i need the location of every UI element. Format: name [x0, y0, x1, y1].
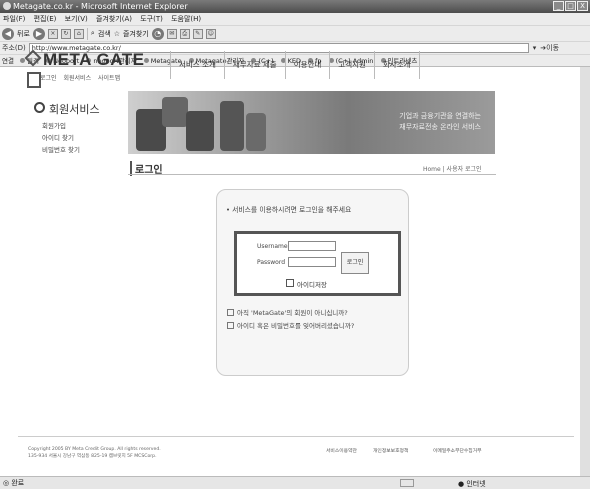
footer-copyright: Copyright 2005 BY Meta Credit Group. All…: [28, 446, 161, 460]
signup-link[interactable]: 아직 'MetaGate'의 회원이 아니십니까?: [227, 307, 348, 317]
maximize-button[interactable]: □: [565, 1, 576, 11]
company-address: 135-934 서울시 강남구 역삼동 825-19 캠브릿지 5F MCSCo…: [28, 454, 157, 459]
nav-guide[interactable]: 이용안내: [284, 51, 330, 79]
status-bar: ◎ 완료 ● 인터넷: [0, 476, 590, 489]
menu-tools[interactable]: 도구(T): [140, 15, 163, 23]
login-button[interactable]: 로그인: [341, 252, 369, 274]
edit-icon[interactable]: ✎: [192, 28, 203, 39]
back-arrow-icon[interactable]: ◀: [2, 27, 14, 40]
login-headline: • 서비스를 이용하시려면 로그인을 해주세요: [226, 206, 352, 214]
menu-bar: 파일(F) 편집(E) 보기(V) 즐겨찾기(A) 도구(T) 도움말(H): [0, 13, 590, 25]
dropdown-arrow-icon[interactable]: ▾: [533, 44, 537, 52]
highlight-box: [27, 72, 41, 88]
menu-file[interactable]: 파일(F): [3, 15, 25, 23]
favorites-star-icon[interactable]: ☆: [114, 30, 120, 38]
utility-link-sitemap[interactable]: 사이트맵: [98, 75, 120, 82]
refresh-icon[interactable]: ↻: [60, 28, 71, 39]
banner-text: 기업과 금융기관을 연결하는 재무자료전송 온라인 서비스: [399, 111, 481, 133]
toolbar-separator: [86, 27, 88, 40]
close-button[interactable]: X: [577, 1, 588, 11]
utility-link-login[interactable]: 로그인: [40, 75, 57, 82]
remember-id-checkbox[interactable]: [286, 279, 294, 287]
status-text: 완료: [11, 479, 25, 487]
banner-line-1: 기업과 금융기관을 연결하는: [399, 112, 481, 120]
address-label: 주소(D): [2, 44, 26, 52]
menu-favorites[interactable]: 즐겨찾기(A): [96, 15, 132, 23]
security-zone: ● 인터넷: [458, 478, 486, 490]
mail-icon[interactable]: ✉: [166, 28, 177, 39]
forward-arrow-icon[interactable]: ▶: [32, 27, 45, 40]
puzzle-piece-icon: [246, 113, 266, 151]
favorites-label[interactable]: 즐겨찾기: [123, 29, 149, 39]
username-label: Username: [257, 243, 288, 250]
search-icon[interactable]: ⌕: [91, 29, 95, 38]
logo-text: META GATE: [43, 50, 145, 69]
utility-links: 로그인 회원서비스 사이트맵: [40, 73, 125, 82]
menu-edit[interactable]: 편집(E): [34, 15, 57, 23]
go-button[interactable]: 이동: [546, 43, 559, 53]
remember-id-label: 아이디저장: [297, 281, 327, 289]
sidebar-title: 회원서비스: [34, 101, 100, 117]
sidebar-item-find-id[interactable]: 아이디 찾기: [42, 132, 74, 142]
minimize-button[interactable]: _: [553, 1, 564, 11]
username-input[interactable]: [288, 241, 336, 251]
nav-support[interactable]: 고객지원: [329, 51, 374, 79]
vertical-scrollbar[interactable]: [580, 67, 590, 476]
print-icon[interactable]: ⎙: [179, 28, 190, 39]
nav-company[interactable]: 회사소개: [373, 51, 420, 79]
links-label: 연결: [2, 57, 14, 65]
messenger-icon[interactable]: ☺: [205, 28, 216, 39]
forgot-credentials-link[interactable]: 아이디 혹은 비밀번호를 잊어버리셨습니까?: [227, 320, 354, 330]
utility-link-member[interactable]: 회원서비스: [63, 75, 91, 82]
global-nav: 서비스 소개 재무자료 제출 이용안내 고객지원 회사소개: [170, 51, 420, 79]
sidebar-item-signup[interactable]: 회원가입: [42, 120, 66, 130]
toolbar: ◀ 뒤로 ▶ × ↻ ⌂ ⌕ 검색 ☆ 즐겨찾기 ◔ ✉ ⎙ ✎ ☺: [0, 25, 590, 41]
status-panel: [400, 479, 414, 487]
footer-link-email-refusal[interactable]: 이메일주소무단수집거부: [433, 447, 482, 454]
password-label: Password: [257, 259, 286, 266]
window-controls: _ □ X: [553, 1, 588, 11]
nav-submit-financials[interactable]: 재무자료 제출: [223, 51, 285, 79]
breadcrumb: Home | 사용자 로그인: [423, 166, 482, 173]
title-divider: [128, 174, 496, 175]
logo-mark-icon: [24, 49, 42, 67]
puzzle-piece-icon: [186, 111, 214, 151]
stop-icon[interactable]: ×: [47, 28, 58, 39]
password-input[interactable]: [288, 257, 336, 267]
sidebar-item-find-password[interactable]: 비밀번호 찾기: [42, 144, 80, 154]
menu-view[interactable]: 보기(V): [65, 15, 88, 23]
home-icon[interactable]: ⌂: [73, 28, 84, 39]
nav-service-intro[interactable]: 서비스 소개: [170, 51, 224, 79]
menu-help[interactable]: 도움말(H): [171, 15, 201, 23]
zone-label: 인터넷: [466, 480, 486, 488]
copyright-text: Copyright 2005 BY Meta Credit Group. All…: [28, 447, 161, 452]
hero-banner: 기업과 금융기관을 연결하는 재무자료전송 온라인 서비스: [128, 91, 495, 154]
ie-logo-icon: [3, 2, 11, 10]
footer-divider: [18, 436, 574, 437]
footer-link-terms[interactable]: 서비스이용약관: [326, 447, 357, 454]
search-label[interactable]: 검색: [98, 29, 111, 39]
puzzle-piece-icon: [220, 101, 244, 151]
window-titlebar: Metagate.co.kr - Microsoft Internet Expl…: [0, 0, 590, 13]
history-icon[interactable]: ◔: [151, 27, 164, 40]
puzzle-piece-icon: [162, 97, 188, 127]
window-title: Metagate.co.kr - Microsoft Internet Expl…: [13, 2, 188, 11]
site-logo[interactable]: META GATE: [24, 49, 145, 70]
footer-link-privacy[interactable]: 개인정보보호정책: [373, 447, 408, 454]
back-label[interactable]: 뒤로: [17, 29, 30, 39]
banner-line-2: 재무자료전송 온라인 서비스: [399, 123, 481, 131]
